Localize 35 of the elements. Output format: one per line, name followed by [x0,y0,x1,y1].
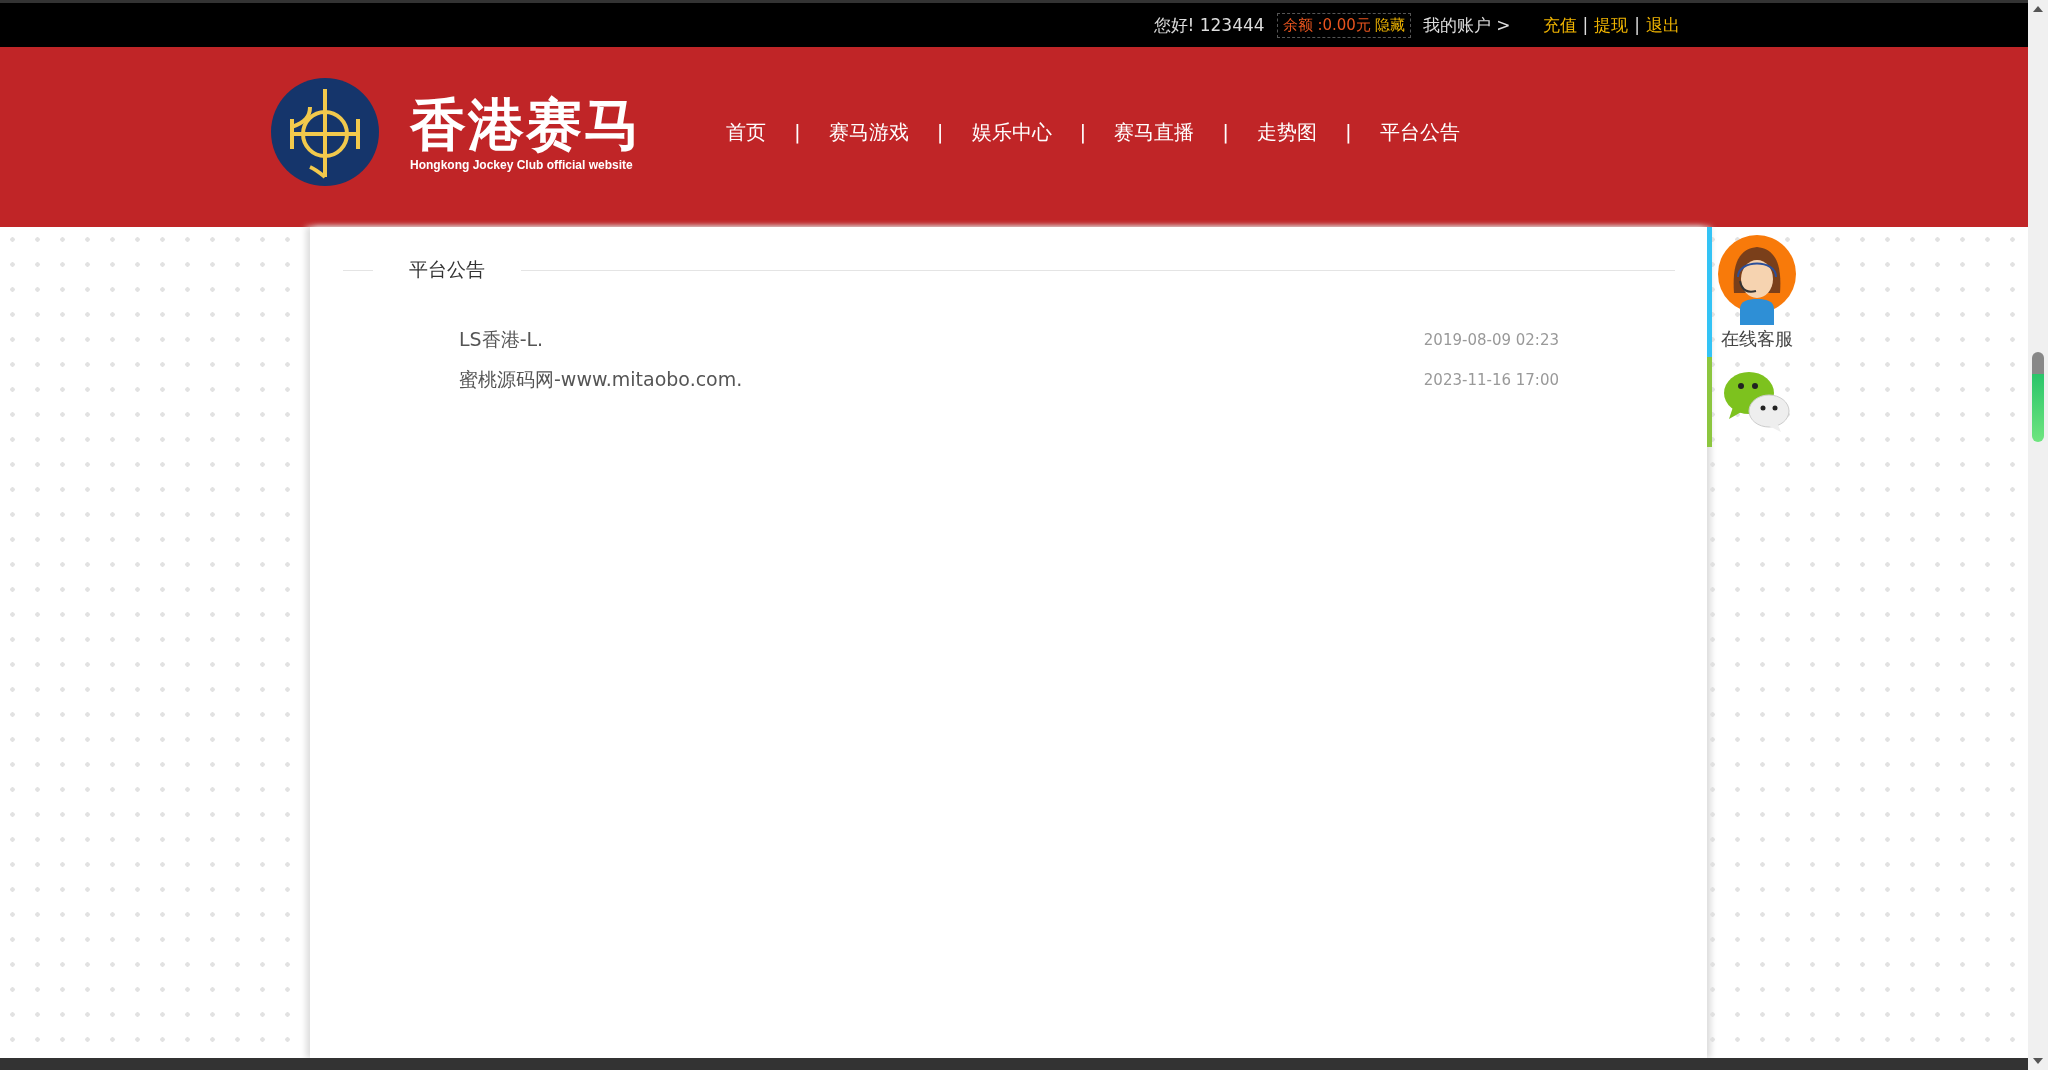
notice-link[interactable]: LS香港-L. [459,327,544,353]
nav-separator: | [936,120,944,144]
separator-text: | [1634,15,1640,35]
account-action-link[interactable]: 提现 [1594,13,1629,37]
nav-separator: | [1079,120,1087,144]
greeting-text: 您好! 123444 [1153,13,1265,37]
scroll-down-icon[interactable] [2033,1058,2043,1064]
scrollbar[interactable] [2028,0,2048,1070]
section-title: 平台公告 [408,257,486,282]
hide-balance-link[interactable]: 隐藏 [1374,15,1405,35]
nav-link[interactable]: 赛马游戏 [828,118,909,146]
nav-separator: | [794,120,801,144]
nav-link[interactable]: 平台公告 [1379,118,1460,146]
scrollbar-thumb[interactable] [2032,352,2044,442]
nav-link[interactable]: 走势图 [1257,118,1317,146]
notice-link[interactable]: 蜜桃源码网-www.mitaobo.com. [459,367,743,393]
scroll-up-icon[interactable] [2033,6,2043,12]
support-agent-icon [1718,235,1796,325]
nav-link[interactable]: 娱乐中心 [971,118,1052,146]
nav-separator: | [1222,120,1229,144]
notice-date: 2023-11-16 17:00 [1423,371,1559,389]
account-link[interactable]: 我的账户 > [1422,13,1511,37]
notice-date: 2019-08-09 02:23 [1423,331,1559,349]
jockey-club-emblem-icon [270,77,380,187]
separator-text: | [1582,15,1589,35]
site-title: 香港赛马 [410,92,642,158]
nav-link[interactable]: 赛马直播 [1114,118,1195,146]
account-action-link[interactable]: 充值 [1542,13,1577,37]
account-action-link[interactable]: 退出 [1646,13,1680,37]
chat-bubbles-icon [1723,369,1791,433]
nav-link[interactable]: 首页 [726,118,766,146]
balance-text: 余额 :0.00元 [1282,15,1371,35]
nav-separator: | [1345,120,1352,144]
service-label[interactable]: 在线客服 [1721,327,1793,351]
site-subtitle: Hongkong Jockey Club official website [410,158,634,172]
